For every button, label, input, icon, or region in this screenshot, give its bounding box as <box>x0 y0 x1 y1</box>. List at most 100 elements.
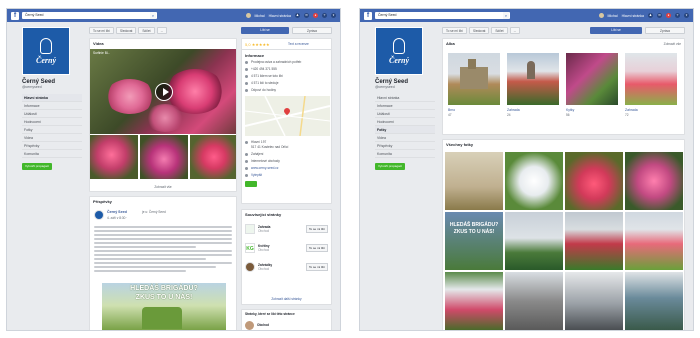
avatar[interactable] <box>598 13 604 18</box>
photo-thumb[interactable] <box>565 152 623 210</box>
map[interactable] <box>245 96 330 136</box>
profile-picture[interactable]: Černý <box>22 27 70 75</box>
nav-item-community[interactable]: Komunita <box>375 150 435 158</box>
follow-button[interactable]: Sledovat <box>116 27 137 34</box>
nav-item-info[interactable]: Informace <box>375 102 435 110</box>
videos-see-all-link[interactable]: Zobrazit vše <box>90 185 236 189</box>
share-button[interactable]: Sdílet <box>491 27 508 34</box>
nav-item-videos[interactable]: Videa <box>375 134 435 142</box>
suggested-page[interactable]: KG Květiny Obchod To se mi líbí <box>245 241 328 255</box>
more-button[interactable]: ... <box>156 27 168 34</box>
album-name[interactable]: Zahrada <box>507 108 520 112</box>
promote-button[interactable]: Vytvořit propagaci <box>375 163 405 170</box>
photo-thumb[interactable] <box>565 272 623 330</box>
suggested-page-name[interactable]: Květiny Obchod <box>258 244 303 252</box>
search-icon[interactable]: ⌕ <box>503 12 509 19</box>
video-thumb[interactable] <box>140 135 188 179</box>
photo-thumb[interactable] <box>625 152 683 210</box>
liked-page-name[interactable]: Obchod <box>257 323 269 327</box>
nav-item-home[interactable]: Hlavní stránka <box>22 94 82 102</box>
photo-thumb[interactable] <box>625 272 683 330</box>
nav-item-events[interactable]: Události <box>375 110 435 118</box>
photo-thumb[interactable] <box>445 152 503 210</box>
suggested-page-name[interactable]: Zahrádky Obchod <box>258 263 303 271</box>
messenger-icon[interactable]: ✉ <box>657 13 662 18</box>
photo-thumb[interactable] <box>505 152 563 210</box>
nav-item-photos[interactable]: Fotky <box>22 126 82 134</box>
album-cover[interactable] <box>448 53 500 105</box>
address-text[interactable]: Zahájení <box>251 152 263 156</box>
friends-icon[interactable]: ♟ <box>648 13 653 18</box>
like-page-button[interactable]: To se mi líbí <box>305 244 328 252</box>
message-button[interactable]: Zpráva <box>645 27 685 34</box>
like-primary-button[interactable]: Líbí se <box>590 27 642 34</box>
play-icon[interactable] <box>155 82 173 101</box>
post-image[interactable]: HLEDÁŠ BRIGÁDU? ZKUS TO U NÁS! <box>102 283 226 330</box>
photo-thumb[interactable] <box>625 212 683 270</box>
search-input[interactable]: Černý Seed ⌕ <box>375 12 510 19</box>
nav-item-home[interactable]: Hlavní stránka <box>375 94 435 102</box>
like-page-button[interactable]: To se mi líbí <box>305 263 328 271</box>
help-icon[interactable]: ? <box>675 13 680 18</box>
home-link[interactable]: Hlavní stránka <box>269 14 291 18</box>
more-button[interactable]: ... <box>509 27 521 34</box>
facebook-logo-icon[interactable]: f <box>11 11 19 20</box>
messenger-icon[interactable]: ✉ <box>304 13 309 18</box>
post-time[interactable]: 4. září v 8:30 · <box>107 216 127 220</box>
video-thumb[interactable] <box>90 135 138 179</box>
suggested-page[interactable]: Zahrádky Obchod To se mi líbí <box>245 260 328 274</box>
user-name[interactable]: Michal <box>608 14 618 18</box>
search-icon[interactable]: ⌕ <box>150 12 156 19</box>
nav-item-posts[interactable]: Příspěvky <box>22 142 82 150</box>
photo-thumb[interactable] <box>445 272 503 330</box>
album-name[interactable]: Zahrada <box>625 108 638 112</box>
album-cover[interactable] <box>566 53 618 105</box>
photo-thumb[interactable] <box>565 212 623 270</box>
like-button[interactable]: To se mi líbí <box>89 27 115 34</box>
search-input[interactable]: Černý Seed ⌕ <box>22 12 157 19</box>
album-cover[interactable] <box>625 53 677 105</box>
like-primary-button[interactable]: Líbí se <box>241 27 289 34</box>
nav-item-reviews[interactable]: Hodnocení <box>22 118 82 126</box>
albums-see-all-link[interactable]: Zobrazit vše <box>664 42 681 46</box>
album-name[interactable]: Kytky <box>566 108 574 112</box>
share-button[interactable]: Sdílet <box>138 27 155 34</box>
improve-link[interactable]: Vylepšit <box>251 173 262 177</box>
message-button[interactable]: Zpráva <box>292 27 332 34</box>
facebook-logo-icon[interactable]: f <box>364 11 372 20</box>
nav-item-community[interactable]: Komunita <box>22 150 82 158</box>
follow-button[interactable]: Sledovat <box>469 27 490 34</box>
nav-item-photos[interactable]: Fotky <box>375 126 435 134</box>
related-more-link[interactable]: Zobrazit další stránky <box>242 297 331 301</box>
rating-link[interactable]: Text a recenze <box>288 42 309 46</box>
avatar[interactable] <box>245 13 251 18</box>
post-author-avatar[interactable] <box>94 210 104 220</box>
photo-thumb[interactable] <box>505 212 563 270</box>
photo-thumb[interactable] <box>505 272 563 330</box>
photo-thumb[interactable]: HLEDÁŠ BRIGÁDU? ZKUS TO U NÁS! <box>445 212 503 270</box>
nav-item-events[interactable]: Události <box>22 110 82 118</box>
help-icon[interactable]: ? <box>322 13 327 18</box>
nav-item-info[interactable]: Informace <box>22 102 82 110</box>
album-cover[interactable] <box>507 53 559 105</box>
notifications-icon[interactable]: ● <box>313 13 318 18</box>
chevron-down-icon[interactable]: ▾ <box>331 13 336 18</box>
chevron-down-icon[interactable]: ▾ <box>684 13 689 18</box>
notifications-icon[interactable]: ● <box>666 13 671 18</box>
profile-picture[interactable]: Černý <box>375 27 423 75</box>
album-name[interactable]: Brno <box>448 108 455 112</box>
promote-button[interactable]: Vytvořit propagaci <box>22 163 52 170</box>
post-author[interactable]: Černý Seed <box>107 210 127 214</box>
friends-icon[interactable]: ♟ <box>295 13 300 18</box>
nav-item-posts[interactable]: Příspěvky <box>375 142 435 150</box>
suggested-page-name[interactable]: Zahrada Obchod <box>258 225 303 233</box>
nav-item-videos[interactable]: Videa <box>22 134 82 142</box>
featured-video[interactable]: Surfinie Bl... <box>90 49 236 134</box>
suggested-page[interactable]: Zahrada Obchod To se mi líbí <box>245 222 328 236</box>
home-link[interactable]: Hlavní stránka <box>622 14 644 18</box>
video-thumb[interactable] <box>190 135 236 179</box>
nav-item-reviews[interactable]: Hodnocení <box>375 118 435 126</box>
user-name[interactable]: Michal <box>255 14 265 18</box>
like-button[interactable]: To se mi líbí <box>442 27 468 34</box>
website-link[interactable]: www.cerny-seed.cz <box>251 166 278 170</box>
